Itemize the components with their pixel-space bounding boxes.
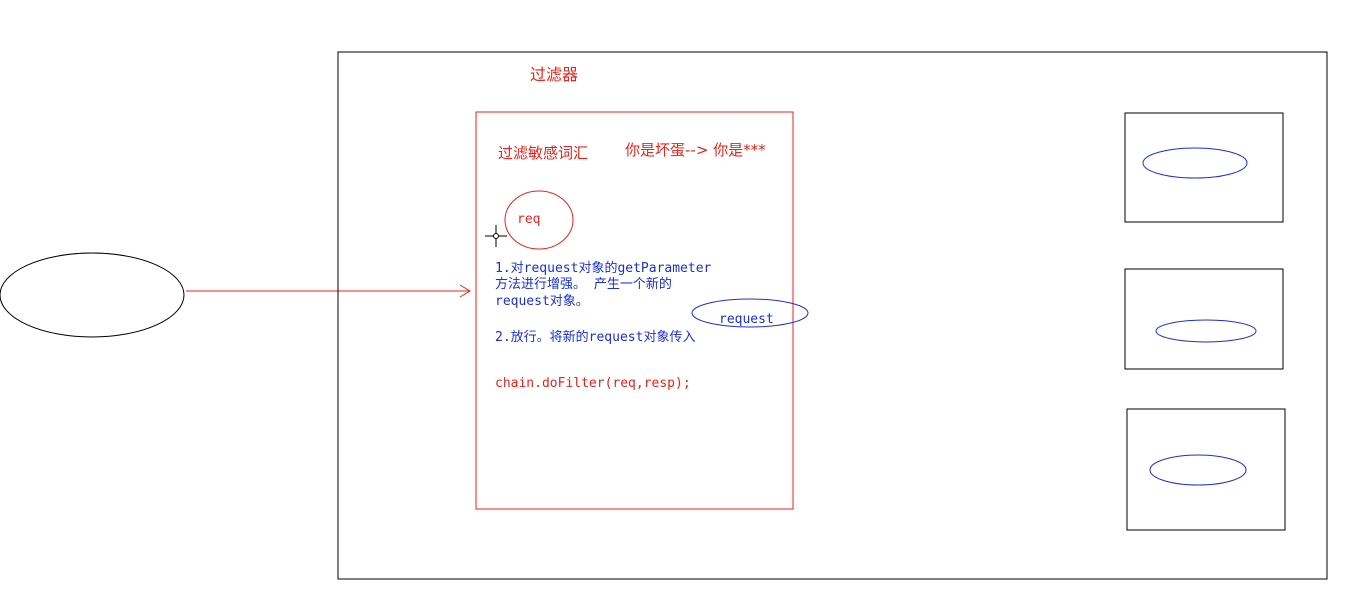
resource-ellipse-2 [1155,319,1257,343]
diagram-canvas [0,51,1328,580]
req-label: req [517,212,541,227]
filter-topic: 过滤敏感词汇 [498,144,589,162]
filter-box [475,111,794,510]
client-ellipse [0,252,185,338]
crosshair-cursor-icon [485,225,507,247]
step-1-line-3: request对象。 [495,294,589,309]
step-1-line-2: 方法进行增强。 产生一个新的 [495,277,672,292]
resource-box-1 [1124,112,1284,223]
resource-box-3 [1126,408,1286,531]
server-frame [337,51,1328,580]
resource-ellipse-3 [1149,454,1247,486]
do-filter-code: chain.doFilter(req,resp); [495,376,691,391]
filter-example: 你是坏蛋--> 你是*** [625,141,766,159]
step-2: 2.放行。将新的request对象传入 [495,330,696,345]
resource-box-2 [1124,268,1284,370]
resource-ellipse-1 [1142,147,1248,179]
step-1-line-1: 1.对request对象的getParameter [495,261,712,276]
filter-title: 过滤器 [530,65,579,84]
new-request-label: request [719,312,774,327]
